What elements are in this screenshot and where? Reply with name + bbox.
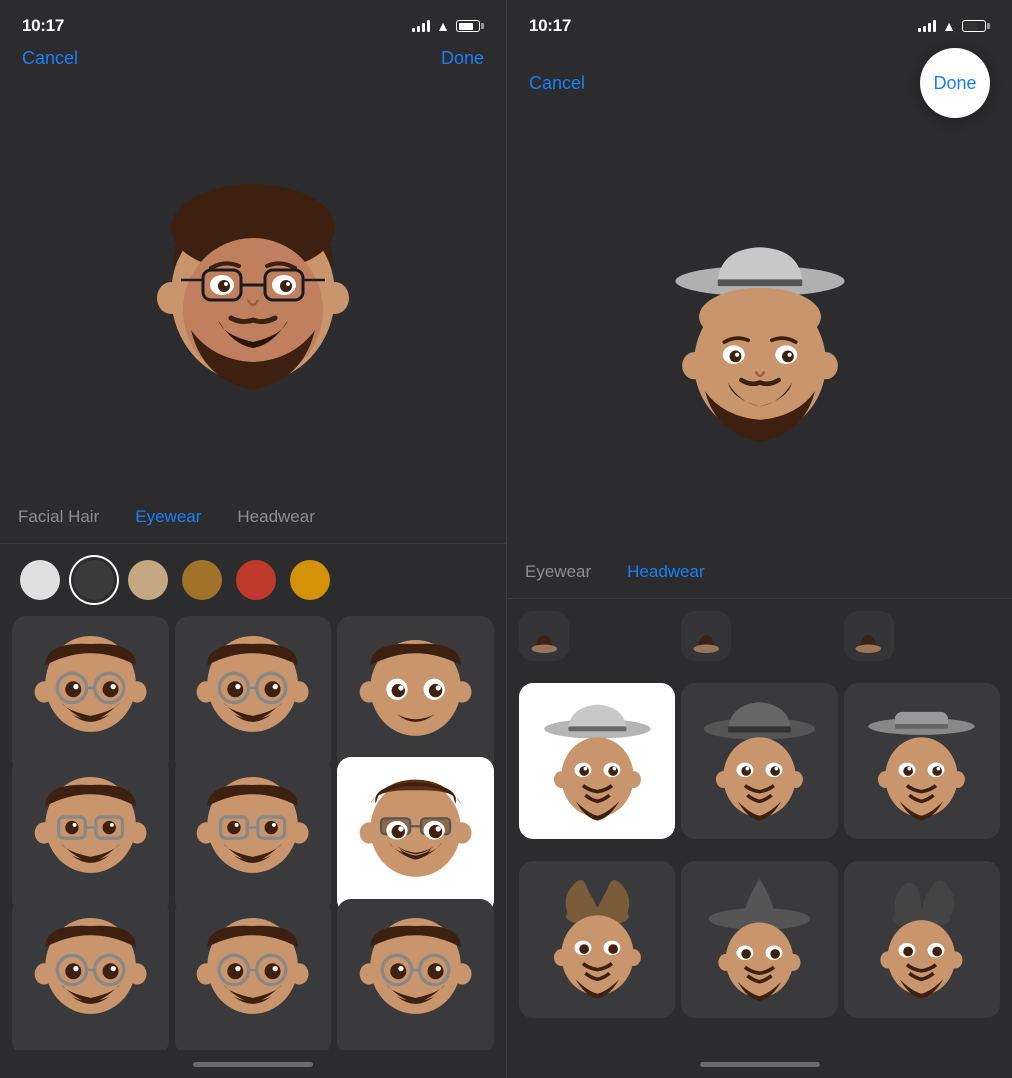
tab-eyewear[interactable]: Eyewear: [117, 499, 219, 535]
tab-headwear-left[interactable]: Headwear: [219, 499, 333, 535]
grid-item-jester[interactable]: [519, 861, 675, 1017]
cancel-button-right[interactable]: Cancel: [529, 73, 585, 94]
signal-icon: [412, 20, 430, 32]
grid-item-partial-2[interactable]: [681, 611, 731, 661]
memoji-preview-right: [650, 232, 870, 452]
color-swatch-brown[interactable]: [182, 560, 222, 600]
headwear-grid: [507, 599, 1012, 1051]
grid-item-dark-pointed[interactable]: [844, 861, 1000, 1017]
battery-icon: [456, 20, 484, 32]
home-bar-left: [193, 1062, 313, 1067]
grid-item-cowboy[interactable]: [519, 683, 675, 839]
status-bar-left: 10:17 ▲: [0, 0, 506, 44]
grid-item-selected[interactable]: [337, 757, 494, 914]
home-indicator-left: [0, 1050, 506, 1078]
grid-item-no-glasses[interactable]: [337, 616, 494, 773]
avatar-area-right: [507, 130, 1012, 554]
grid-item-partial-1[interactable]: [519, 611, 569, 661]
left-phone-panel: 10:17 ▲ Cancel Done: [0, 0, 506, 1078]
grid-item-partial-3[interactable]: [844, 611, 894, 661]
done-button-left[interactable]: Done: [441, 48, 484, 69]
color-swatch-white[interactable]: [20, 560, 60, 600]
status-bar-right: 10:17 ▲: [507, 0, 1012, 44]
category-tabs-right: Eyewear Headwear: [507, 554, 1012, 598]
grid-item-glasses-5[interactable]: [12, 899, 169, 1050]
tab-facial-hair[interactable]: Facial Hair: [0, 499, 117, 535]
color-row: [0, 544, 506, 616]
category-tabs-left: Facial Hair Eyewear Headwear: [0, 499, 506, 543]
battery-icon-right: [962, 20, 990, 32]
memoji-preview-left: [143, 180, 363, 400]
time-left: 10:17: [22, 16, 64, 36]
signal-icon-right: [918, 20, 936, 32]
status-icons-left: ▲: [412, 18, 484, 34]
color-swatch-tan[interactable]: [128, 560, 168, 600]
cancel-button-left[interactable]: Cancel: [22, 48, 78, 69]
grid-item-wide-hat[interactable]: [681, 683, 837, 839]
avatar-area-left: [0, 81, 506, 499]
grid-item-glasses-1[interactable]: [12, 616, 169, 773]
status-icons-right: ▲: [918, 18, 990, 34]
grid-item-witch[interactable]: [681, 861, 837, 1017]
eyewear-grid: [0, 616, 506, 1050]
color-swatch-dark[interactable]: [74, 560, 114, 600]
nav-bar-left: Cancel Done: [0, 44, 506, 81]
time-right: 10:17: [529, 16, 571, 36]
wifi-icon-right: ▲: [942, 18, 956, 34]
done-button-circle[interactable]: Done: [920, 48, 990, 118]
grid-item-glasses-7[interactable]: [337, 899, 494, 1050]
tab-headwear[interactable]: Headwear: [609, 554, 723, 590]
color-swatch-gold[interactable]: [290, 560, 330, 600]
nav-bar-right: Cancel Done: [507, 44, 1012, 130]
color-swatch-red[interactable]: [236, 560, 276, 600]
grid-item-glasses-4[interactable]: [175, 757, 332, 914]
grid-item-flat-hat[interactable]: [844, 683, 1000, 839]
right-phone-panel: 10:17 ▲ Cancel Done: [506, 0, 1012, 1078]
home-bar-right: [700, 1062, 820, 1067]
grid-item-glasses-3[interactable]: [12, 757, 169, 914]
home-indicator-right: [507, 1050, 1012, 1078]
wifi-icon: ▲: [436, 18, 450, 34]
tab-eyewear-right[interactable]: Eyewear: [507, 554, 609, 590]
grid-item-glasses-2[interactable]: [175, 616, 332, 773]
grid-item-glasses-6[interactable]: [175, 899, 332, 1050]
